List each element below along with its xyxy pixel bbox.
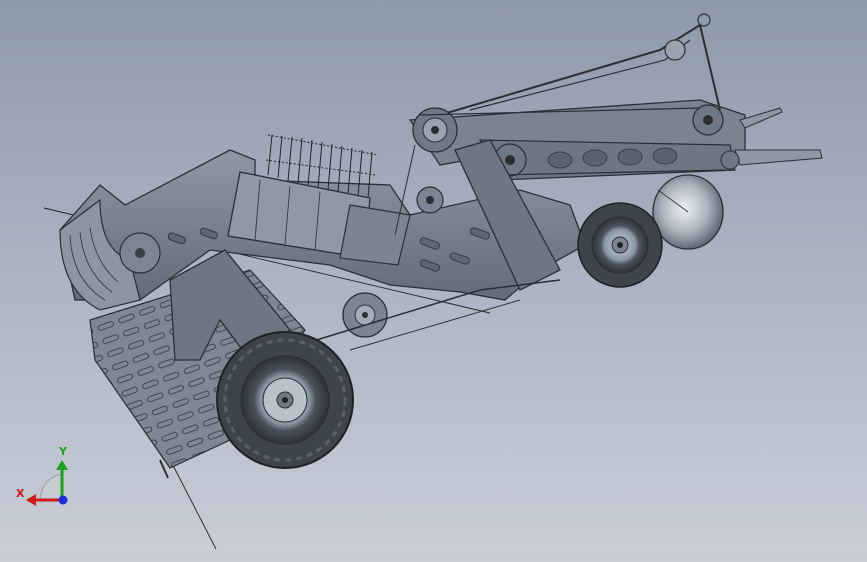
orientation-triad: Y X (16, 445, 68, 506)
z-axis-dot (58, 495, 68, 505)
cone-disc (652, 174, 724, 250)
y-axis-arrowhead (56, 460, 68, 470)
x-axis-label: X (16, 487, 25, 500)
x-axis-arrowhead (26, 494, 36, 506)
front-wheel (577, 202, 663, 288)
machine-model-view[interactable]: Y X (0, 0, 867, 562)
y-axis-label: Y (58, 445, 68, 458)
rear-wheel (216, 331, 354, 469)
cad-graphics-viewport[interactable]: Y X (0, 0, 867, 562)
